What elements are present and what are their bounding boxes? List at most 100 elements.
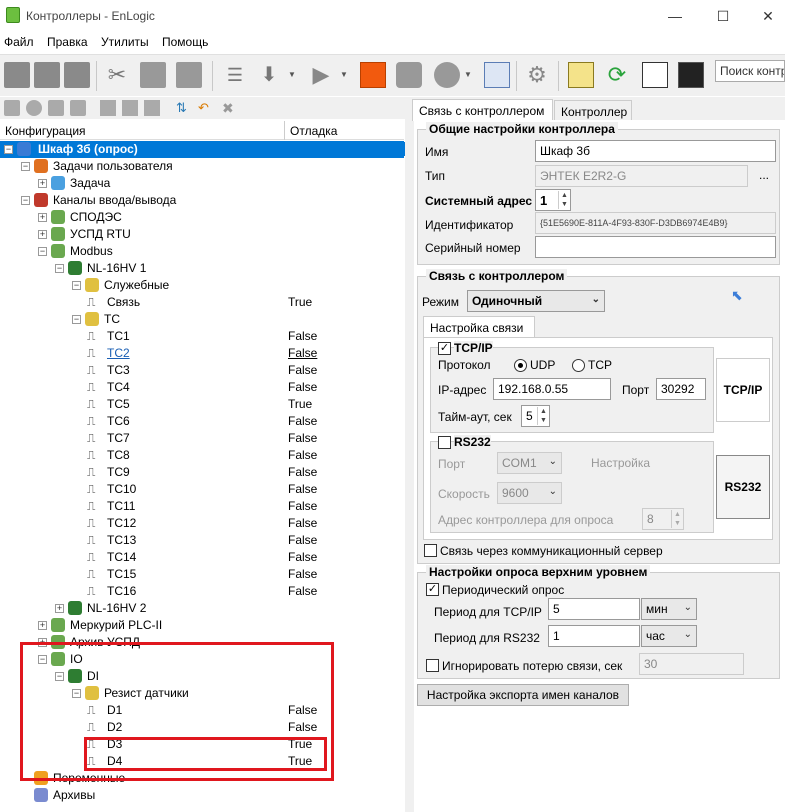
menu-edit[interactable]: Правка bbox=[47, 35, 88, 49]
tree-row[interactable]: ⎍ TC5 True bbox=[0, 396, 404, 413]
rs232-button[interactable]: RS232 bbox=[716, 455, 770, 519]
tcpip-checkbox[interactable]: ✓ bbox=[438, 342, 451, 355]
tree-row[interactable]: ⎍ TC4 False bbox=[0, 379, 404, 396]
record-icon[interactable] bbox=[434, 62, 460, 88]
col-debug-header[interactable]: Отладка bbox=[290, 124, 337, 138]
tree-row[interactable]: Архивы bbox=[0, 787, 404, 804]
maximize-button[interactable]: ☐ bbox=[708, 6, 738, 26]
list-doc-icon[interactable] bbox=[642, 62, 668, 88]
refresh-icon[interactable]: ⟳ bbox=[604, 62, 630, 88]
cut-icon[interactable] bbox=[100, 100, 116, 116]
tcpip-button[interactable]: TCP/IP bbox=[716, 358, 770, 422]
search-input[interactable]: Поиск контр bbox=[715, 60, 785, 82]
rs-period-unit-select[interactable]: час ⌄ bbox=[641, 625, 697, 647]
port-field[interactable]: 30292 bbox=[656, 378, 706, 400]
move-icon[interactable]: ⇅ bbox=[176, 100, 192, 116]
tree-row[interactable]: + NL-16HV 2 bbox=[0, 600, 404, 617]
tree-row[interactable]: − Шкаф 3б (опрос) bbox=[0, 141, 416, 158]
menu-file[interactable]: Файл bbox=[4, 35, 34, 49]
expand-icon[interactable]: + bbox=[55, 604, 64, 613]
menu-utilities[interactable]: Утилиты bbox=[101, 35, 149, 49]
tab-controller[interactable]: Контроллер bbox=[554, 100, 632, 121]
tree-row[interactable]: − NL-16HV 1 bbox=[0, 260, 404, 277]
tree-row[interactable]: + Меркурий PLC-II bbox=[0, 617, 404, 634]
stop-icon[interactable] bbox=[360, 62, 386, 88]
tree-row[interactable]: − Задачи пользователя bbox=[0, 158, 404, 175]
tree-row[interactable]: − Каналы ввода/вывода bbox=[0, 192, 404, 209]
collapse-icon[interactable]: − bbox=[38, 247, 47, 256]
server-checkbox[interactable] bbox=[424, 544, 437, 557]
expand-icon[interactable]: + bbox=[38, 621, 47, 630]
undo-icon[interactable]: ↶ bbox=[198, 100, 214, 116]
menu-help[interactable]: Помощь bbox=[162, 35, 208, 49]
minimize-button[interactable]: — bbox=[660, 6, 690, 26]
expand-icon[interactable]: + bbox=[38, 179, 47, 188]
tree-row[interactable]: − ТС bbox=[0, 311, 404, 328]
rs232-checkbox[interactable] bbox=[438, 436, 451, 449]
tree-row[interactable]: ⎍ Связь True bbox=[0, 294, 404, 311]
tree-row[interactable]: ⎍ TC1 False bbox=[0, 328, 404, 345]
ignore-checkbox[interactable] bbox=[426, 659, 439, 672]
tree-row[interactable]: ⎍ TC14 False bbox=[0, 549, 404, 566]
terminal-icon[interactable] bbox=[678, 62, 704, 88]
list-icon[interactable]: ☰ bbox=[222, 62, 248, 88]
tab-connection[interactable]: Связь с контроллером bbox=[412, 99, 553, 121]
copy-icon[interactable] bbox=[122, 100, 138, 116]
tree-row[interactable]: ⎍ TC12 False bbox=[0, 515, 404, 532]
run-icon[interactable]: ▶ bbox=[308, 62, 334, 88]
collapse-icon[interactable]: − bbox=[55, 264, 64, 273]
document-icon[interactable] bbox=[484, 62, 510, 88]
tree-row[interactable]: ⎍ TC15 False bbox=[0, 566, 404, 583]
type-browse-button[interactable]: ... bbox=[759, 168, 769, 182]
tcp-radio[interactable] bbox=[572, 359, 585, 372]
tree-row[interactable]: ⎍ TC16 False bbox=[0, 583, 404, 600]
udp-radio[interactable] bbox=[514, 359, 527, 372]
expand-icon[interactable]: + bbox=[38, 213, 47, 222]
tree-row[interactable]: ⎍ TC11 False bbox=[0, 498, 404, 515]
mode-select[interactable]: Одиночный ⌄ bbox=[467, 290, 605, 312]
paste-icon[interactable] bbox=[144, 100, 160, 116]
tree-row[interactable]: ⎍ TC8 False bbox=[0, 447, 404, 464]
tree-row[interactable]: ⎍ TC3 False bbox=[0, 362, 404, 379]
add-group-icon[interactable] bbox=[48, 100, 64, 116]
chevron-down-icon[interactable]: ▼ bbox=[464, 62, 474, 88]
paste-icon[interactable] bbox=[176, 62, 202, 88]
rs-period-field[interactable]: 1 bbox=[548, 625, 640, 647]
tree-row[interactable]: + СПОДЭС bbox=[0, 209, 404, 226]
notes-icon[interactable] bbox=[568, 62, 594, 88]
debug-icon[interactable] bbox=[396, 62, 422, 88]
collapse-icon[interactable]: − bbox=[21, 196, 30, 205]
tree-row[interactable]: ⎍ TC2 False bbox=[0, 345, 404, 362]
periodic-checkbox[interactable]: ✓ bbox=[426, 583, 439, 596]
collapse-icon[interactable]: − bbox=[72, 315, 81, 324]
save-icon[interactable] bbox=[64, 62, 90, 88]
timeout-spinner[interactable]: ▲ ▼ bbox=[537, 407, 549, 425]
tree-row[interactable]: + УСПД RTU bbox=[0, 226, 404, 243]
close-button[interactable]: ✕ bbox=[753, 6, 783, 26]
collapse-icon[interactable]: − bbox=[72, 281, 81, 290]
tree-row[interactable]: ⎍ TC13 False bbox=[0, 532, 404, 549]
tcp-period-field[interactable]: 5 bbox=[548, 598, 640, 620]
collapse-icon[interactable]: − bbox=[21, 162, 30, 171]
tree-row[interactable]: − Modbus bbox=[0, 243, 404, 260]
col-config-header[interactable]: Конфигурация bbox=[5, 124, 86, 138]
tree-row[interactable]: + Задача bbox=[0, 175, 404, 192]
open-icon[interactable] bbox=[34, 62, 60, 88]
arrow-icon[interactable]: ⬉ bbox=[731, 287, 743, 304]
copy-icon[interactable] bbox=[140, 62, 166, 88]
download-icon[interactable]: ⬇ bbox=[256, 62, 282, 88]
new-icon[interactable] bbox=[4, 62, 30, 88]
name-field[interactable]: Шкаф 3б bbox=[535, 140, 776, 162]
export-names-button[interactable]: Настройка экспорта имен каналов bbox=[417, 684, 629, 706]
tree-row[interactable]: ⎍ TC6 False bbox=[0, 413, 404, 430]
tree-row[interactable]: ⎍ TC7 False bbox=[0, 430, 404, 447]
expand-icon[interactable]: + bbox=[38, 230, 47, 239]
cut-icon[interactable]: ✂ bbox=[104, 62, 130, 88]
sysaddr-spinner[interactable]: ▲ ▼ bbox=[558, 191, 570, 209]
add-icon[interactable] bbox=[4, 100, 20, 116]
gear-icon[interactable]: ⚙ bbox=[524, 62, 550, 88]
ip-field[interactable]: 192.168.0.55 bbox=[493, 378, 611, 400]
delete-icon[interactable]: ✖ bbox=[222, 100, 238, 116]
tcp-period-unit-select[interactable]: мин ⌄ bbox=[641, 598, 697, 620]
add-device-icon[interactable] bbox=[26, 100, 42, 116]
